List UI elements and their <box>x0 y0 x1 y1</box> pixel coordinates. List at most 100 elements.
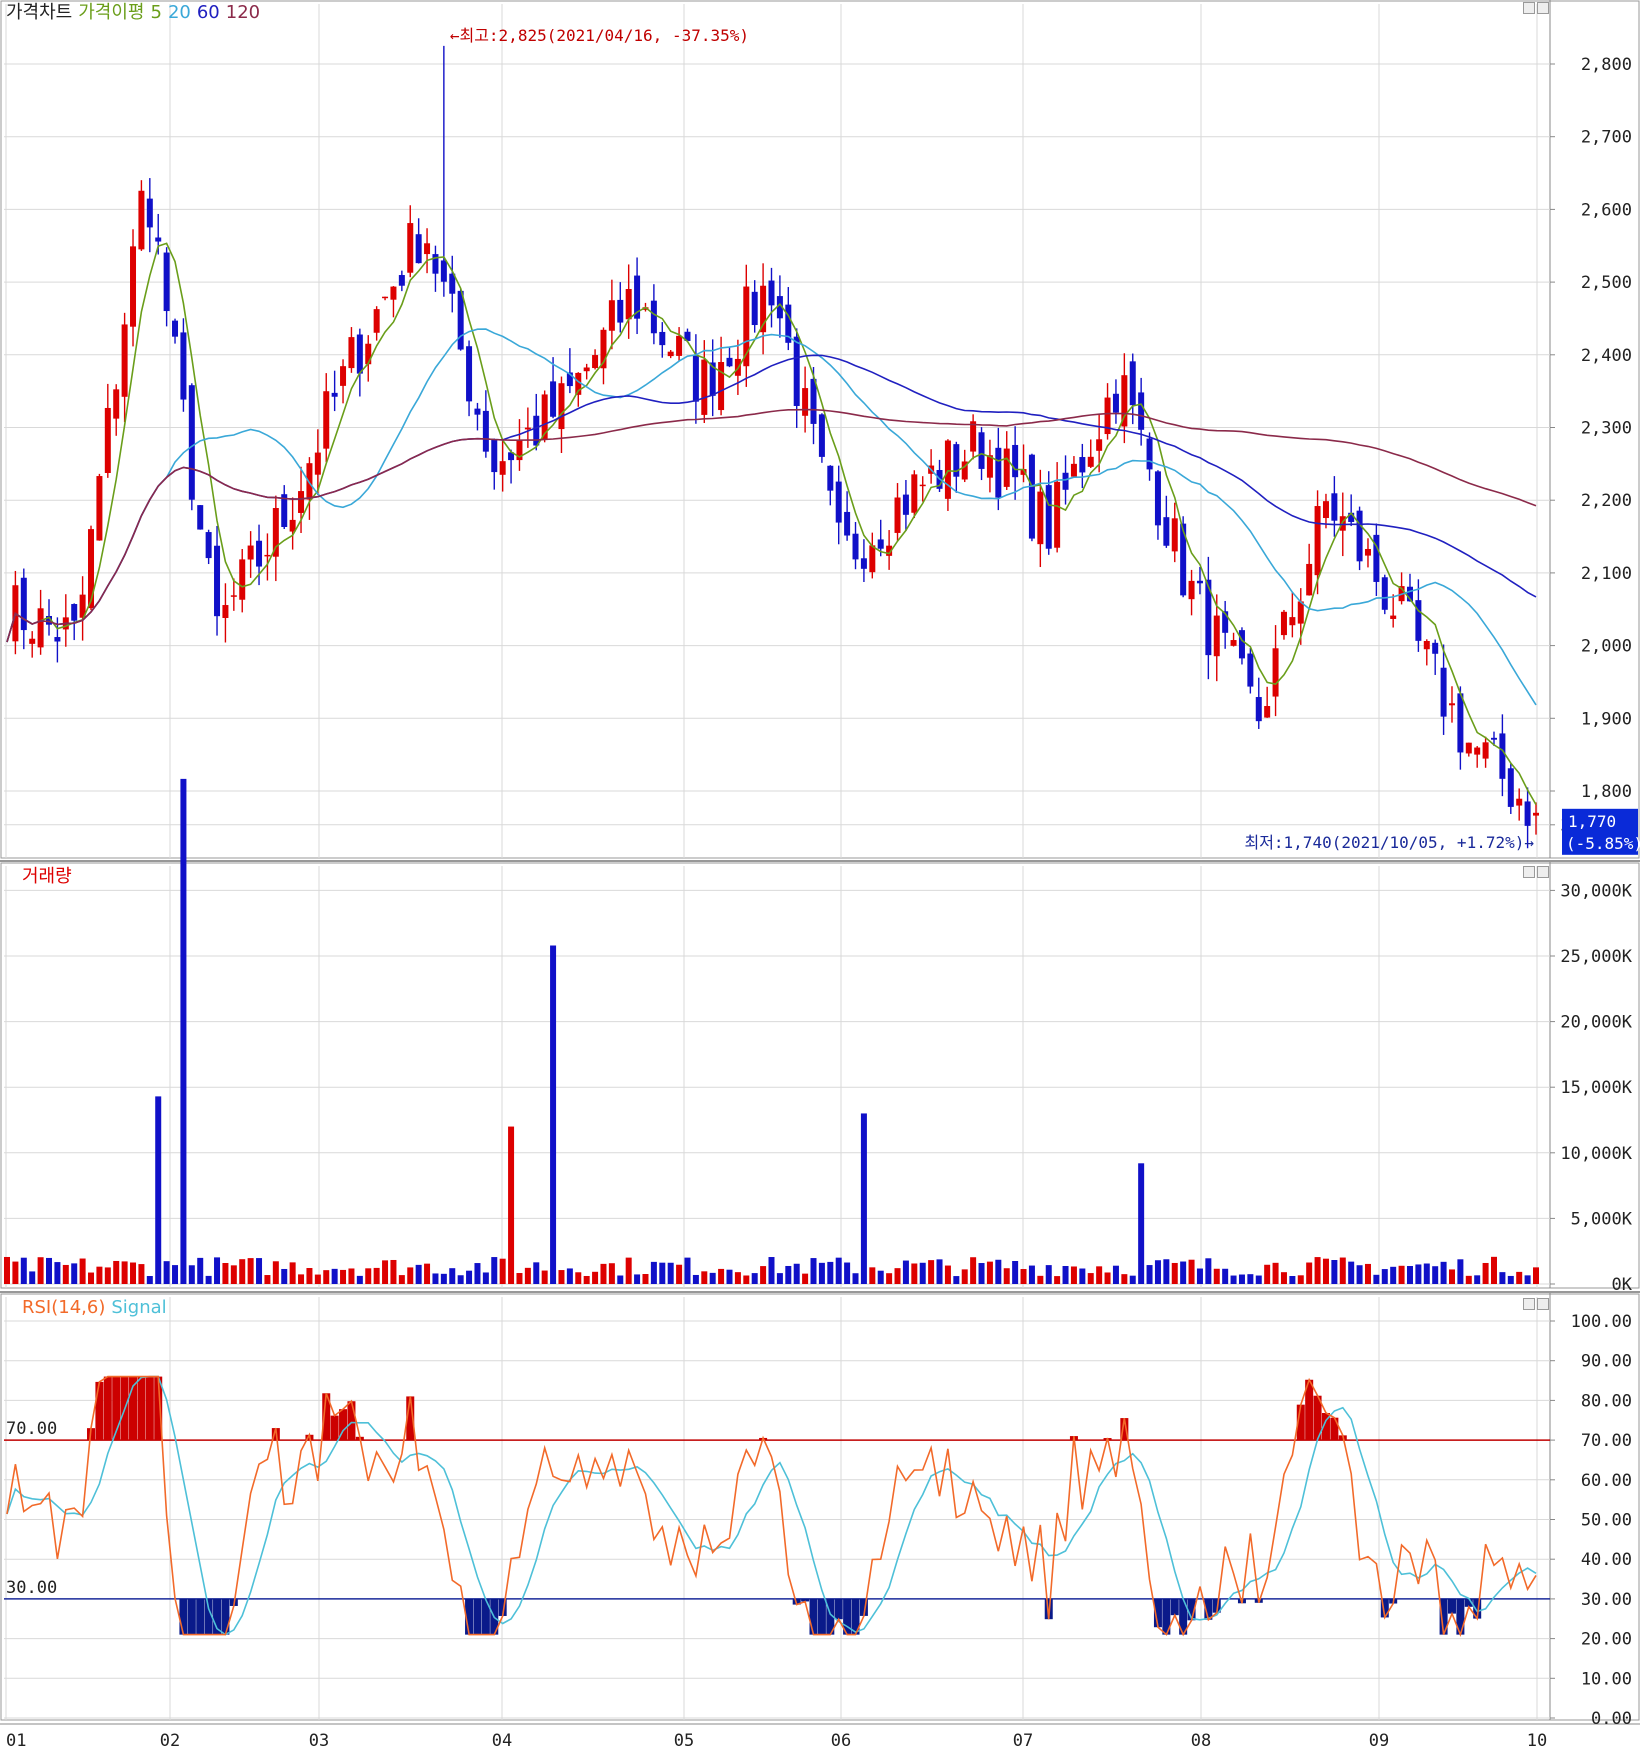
volume-bar <box>928 1260 935 1284</box>
volume-bar <box>1045 1265 1052 1284</box>
volume-bar <box>1222 1268 1229 1284</box>
volume-bar <box>751 1273 758 1284</box>
volume-bar <box>247 1258 254 1284</box>
volume-bar <box>1457 1259 1464 1284</box>
volume-bar <box>424 1263 431 1284</box>
volume-bar <box>172 1265 179 1284</box>
candle-body <box>314 452 321 475</box>
volume-tick-label-4: 15,000K <box>1560 1078 1632 1098</box>
candle-body <box>1255 697 1262 722</box>
candle-body <box>1062 472 1069 490</box>
candle-body <box>1448 703 1455 706</box>
candle-body <box>919 484 926 487</box>
price-panel-minimize-button[interactable] <box>1523 2 1535 14</box>
candle-body <box>499 461 506 475</box>
volume-bar <box>79 1258 86 1284</box>
volume-panel-frame <box>0 862 1640 1289</box>
volume-bar <box>1314 1257 1321 1284</box>
candle-body <box>188 385 195 500</box>
volume-bar <box>407 1267 414 1284</box>
candle-body <box>96 476 103 541</box>
volume-bar <box>978 1263 985 1284</box>
volume-bar <box>718 1268 725 1284</box>
candle-body <box>650 300 657 334</box>
stock-chart[interactable]: 01 02 03 04 05 06 07 08 09 10 2,800 2,700 2,600 2,500… <box>0 0 1640 1752</box>
volume-bar <box>583 1275 590 1284</box>
candle-body <box>172 320 179 337</box>
candle-body <box>550 381 557 417</box>
volume-bar <box>1213 1268 1220 1284</box>
candle-body <box>1138 392 1145 430</box>
rsi-panel-frame <box>0 1293 1640 1721</box>
volume-bar <box>188 1265 195 1284</box>
volume-bar <box>466 1270 473 1284</box>
candle-body <box>197 505 204 530</box>
price-tick-label-9: 1,900 <box>1581 709 1632 729</box>
candle-body <box>340 366 347 386</box>
candle-body <box>1415 600 1422 641</box>
candle-body <box>1381 577 1388 610</box>
volume-bar <box>331 1268 338 1284</box>
volume-bar <box>1432 1266 1439 1284</box>
volume-bar <box>1012 1261 1019 1284</box>
volume-bar <box>1524 1275 1531 1284</box>
candle-body <box>398 275 405 286</box>
volume-panel-minimize-button[interactable] <box>1523 866 1535 878</box>
volume-bar <box>743 1275 750 1284</box>
candle-body <box>1079 457 1086 473</box>
last-price-value: 1,770 <box>1568 812 1616 831</box>
candle-body <box>1012 444 1019 478</box>
volume-bar <box>432 1273 439 1284</box>
volume-bar <box>608 1263 615 1284</box>
candle-body <box>256 540 263 567</box>
candle-body <box>810 378 817 424</box>
volume-bar <box>20 1257 27 1284</box>
rsi-oversold-fill <box>834 1598 843 1620</box>
volume-bar <box>1280 1272 1287 1284</box>
candle-body <box>1070 463 1077 477</box>
volume-bar <box>373 1267 380 1284</box>
volume-bar <box>894 1268 901 1284</box>
candle-body <box>1533 812 1539 816</box>
volume-bar <box>138 1264 145 1284</box>
candle-body <box>1129 361 1136 406</box>
candle-body <box>869 545 876 573</box>
volume-bar <box>323 1270 330 1284</box>
candle-body <box>155 237 162 242</box>
rsi-ref-label-70: 70.00 <box>6 1419 57 1439</box>
volume-panel-close-button[interactable] <box>1537 866 1549 878</box>
volume-bar <box>911 1263 918 1284</box>
volume-bar <box>1171 1262 1178 1284</box>
candle-body <box>1247 653 1254 687</box>
price-panel-close-button[interactable] <box>1537 2 1549 14</box>
chart-canvas[interactable]: 01 02 03 04 05 06 07 08 09 10 2,800 2,700 2,600 2,500… <box>0 0 1640 1752</box>
candle-body <box>835 481 842 523</box>
candle-body <box>365 343 372 365</box>
volume-bar <box>4 1256 10 1284</box>
date-label-04: 04 <box>492 1731 512 1751</box>
volume-bar <box>550 945 557 1284</box>
candle-body <box>1230 640 1237 646</box>
volume-bar <box>516 1273 523 1284</box>
volume-bar <box>113 1260 120 1284</box>
candle-body <box>726 357 733 367</box>
volume-bar <box>1188 1259 1195 1284</box>
volume-bar <box>1297 1275 1304 1284</box>
volume-bars <box>4 778 1539 1284</box>
volume-bar <box>1339 1257 1346 1284</box>
candle-body <box>1171 518 1178 552</box>
candle-body <box>1474 747 1481 755</box>
volume-bar <box>667 1262 674 1284</box>
rsi-panel-minimize-button[interactable] <box>1523 1298 1535 1310</box>
volume-bar <box>155 1096 162 1284</box>
volume-bar <box>785 1265 792 1284</box>
rsi-tick-label-3: 70.00 <box>1581 1431 1632 1451</box>
candle-body <box>1465 742 1472 754</box>
rsi-tick-label-1: 90.00 <box>1581 1352 1632 1372</box>
volume-bar <box>1507 1275 1514 1284</box>
volume-bar <box>692 1274 699 1284</box>
candle-body <box>1146 438 1153 470</box>
volume-bar <box>650 1261 657 1284</box>
rsi-panel-close-button[interactable] <box>1537 1298 1549 1310</box>
volume-bar <box>659 1262 666 1284</box>
